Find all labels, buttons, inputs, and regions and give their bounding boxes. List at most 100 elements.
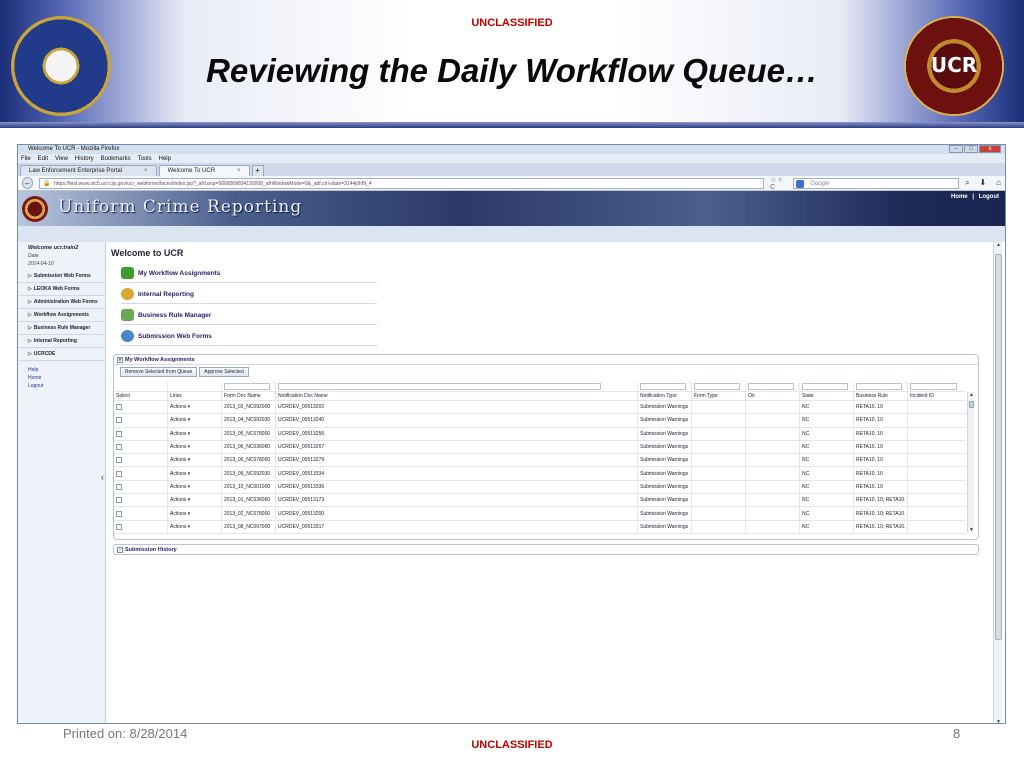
table-row[interactable]: Actions ▾ 2013_04_NC092030 UCRDEV_00513240… xyxy=(114,414,966,428)
quick-link-submission-web-forms[interactable]: Submission Web Forms xyxy=(121,327,377,346)
remove-selected-button[interactable]: Remove Selected from Queue xyxy=(120,367,198,377)
quick-link-business-rule-manager[interactable]: Business Rule Manager xyxy=(121,306,377,325)
url-bar[interactable]: 🔒 https://test.www.stc5.ucr.cjis.gov/ucr_… xyxy=(39,177,765,189)
checkbox[interactable] xyxy=(116,523,122,530)
select-checkbox[interactable] xyxy=(114,401,168,414)
column-header[interactable]: Select xyxy=(114,392,168,400)
collapse-sidebar-icon[interactable]: ‹ xyxy=(101,472,104,482)
actions-menu[interactable]: Actions ▾ xyxy=(168,494,222,507)
checkbox[interactable] xyxy=(116,510,122,517)
column-header[interactable]: Form Doc Name xyxy=(222,392,276,400)
actions-menu[interactable]: Actions ▾ xyxy=(168,427,222,440)
tab-leep[interactable]: Law Enforcement Enterprise Portal × xyxy=(20,165,157,176)
sidebar-help-link[interactable]: Help xyxy=(18,367,105,373)
checkbox[interactable] xyxy=(116,497,122,504)
page-scrollbar[interactable]: ▲ ▼ xyxy=(993,242,1003,723)
select-checkbox[interactable] xyxy=(114,520,168,533)
submission-history-panel[interactable]: › Submission History xyxy=(113,544,979,555)
actions-menu[interactable]: Actions ▾ xyxy=(168,454,222,467)
column-header[interactable]: Incident ID xyxy=(908,392,962,400)
select-checkbox[interactable] xyxy=(114,467,168,480)
close-tab-icon[interactable]: × xyxy=(237,168,241,174)
close-window-button[interactable]: x xyxy=(979,145,1001,153)
filter-input[interactable] xyxy=(800,382,854,391)
table-row[interactable]: Actions ▾ 2013_10_NC001000 UCRDEV_00513336… xyxy=(114,480,966,495)
actions-menu[interactable]: Actions ▾ xyxy=(168,520,222,533)
back-button[interactable]: ← xyxy=(22,177,34,189)
search-engine-icon[interactable] xyxy=(796,179,805,188)
filter-input[interactable] xyxy=(638,382,692,391)
table-row[interactable]: Actions ▾ 2013_01_NC036060 UCRDEV_00513173… xyxy=(114,494,966,508)
filter-input[interactable] xyxy=(692,382,746,391)
search-input[interactable]: Google xyxy=(793,177,959,189)
header-logout-link[interactable]: Logout xyxy=(979,194,999,200)
sidebar-item-leoka-web-forms[interactable]: ▷ LEOKA Web Forms xyxy=(18,283,105,296)
column-header[interactable]: Business Rule xyxy=(854,392,908,400)
filter-input[interactable] xyxy=(908,382,962,391)
sidebar-item-administration-web-forms[interactable]: ▷ Administration Web Forms xyxy=(18,296,105,309)
scroll-down-icon[interactable]: ▼ xyxy=(994,719,1003,723)
scroll-up-icon[interactable]: ▲ xyxy=(994,242,1003,248)
column-header[interactable]: Ori xyxy=(746,392,800,400)
column-header[interactable]: Notification Type xyxy=(638,392,692,400)
sidebar-item-internal-reporting[interactable]: ▷ Internal Reporting xyxy=(18,335,105,348)
actions-menu[interactable]: Actions ▾ xyxy=(168,414,222,427)
sidebar-home-link[interactable]: Home xyxy=(18,375,105,381)
menu-edit[interactable]: Edit xyxy=(38,156,48,162)
collapse-icon[interactable]: ∨ xyxy=(117,356,123,363)
filter-input[interactable] xyxy=(222,382,276,391)
panel-header[interactable]: ∨ My Workflow Assignments xyxy=(114,355,978,365)
bookmark-star-icon[interactable]: ☆ ▿ C xyxy=(770,176,787,191)
menu-tools[interactable]: Tools xyxy=(138,156,152,162)
table-row[interactable]: Actions ▾ 2013_06_NC078000 UCRDEV_00513279… xyxy=(114,454,966,468)
checkbox[interactable] xyxy=(116,430,122,437)
actions-menu[interactable]: Actions ▾ xyxy=(168,401,222,414)
checkbox[interactable] xyxy=(116,417,122,424)
select-checkbox[interactable] xyxy=(114,507,168,520)
select-checkbox[interactable] xyxy=(114,440,168,454)
quick-link-internal-reporting[interactable]: Internal Reporting xyxy=(121,285,377,304)
scroll-up-icon[interactable]: ▲ xyxy=(968,392,975,398)
table-row[interactable]: Actions ▾ 2013_08_NC097000 UCRDEV_00513317… xyxy=(114,520,966,534)
approve-selected-button[interactable]: Approve Selected xyxy=(199,367,249,377)
table-row[interactable]: Actions ▾ 2013_02_NC078000 UCRDEV_00513200… xyxy=(114,507,966,521)
quick-link-my-workflow-assignments[interactable]: My Workflow Assignments xyxy=(121,264,377,283)
menu-history[interactable]: History xyxy=(75,156,94,162)
tab-welcome-ucr[interactable]: Welcome To UCR × xyxy=(158,165,250,176)
table-row[interactable]: Actions ▾ 2013_09_NC092030 UCRDEV_00513334… xyxy=(114,467,966,481)
menu-bookmarks[interactable]: Bookmarks xyxy=(101,156,131,162)
checkbox[interactable] xyxy=(116,457,122,464)
search-icon[interactable]: ⌕ xyxy=(965,178,969,188)
column-header[interactable]: Form Type xyxy=(692,392,746,400)
checkbox[interactable] xyxy=(116,404,122,411)
sidebar-item-submission-web-forms[interactable]: ▷ Submission Web Forms xyxy=(18,270,105,283)
sidebar-item-ucrcde[interactable]: ▷ UCRCDE xyxy=(18,348,105,361)
checkbox[interactable] xyxy=(116,470,122,477)
minimize-button[interactable]: – xyxy=(949,145,963,153)
checkbox[interactable] xyxy=(116,444,122,451)
filter-input[interactable] xyxy=(854,382,908,391)
table-row[interactable]: Actions ▾ 2013_05_NC078000 UCRDEV_00513256… xyxy=(114,427,966,441)
column-header[interactable]: State xyxy=(800,392,854,400)
filter-input[interactable] xyxy=(746,382,800,391)
menu-view[interactable]: View xyxy=(55,156,68,162)
select-checkbox[interactable] xyxy=(114,427,168,440)
download-icon[interactable]: ⬇ xyxy=(979,178,986,188)
select-checkbox[interactable] xyxy=(114,454,168,467)
actions-menu[interactable]: Actions ▾ xyxy=(168,467,222,480)
actions-menu[interactable]: Actions ▾ xyxy=(168,440,222,454)
select-checkbox[interactable] xyxy=(114,480,168,494)
maximize-button[interactable]: □ xyxy=(964,145,978,153)
scroll-thumb[interactable] xyxy=(995,254,1002,640)
home-icon[interactable]: ⌂ xyxy=(996,178,1001,188)
menu-file[interactable]: File xyxy=(21,156,31,162)
scroll-down-icon[interactable]: ▼ xyxy=(968,527,975,533)
scroll-thumb[interactable] xyxy=(969,401,974,408)
filter-input[interactable] xyxy=(276,382,638,391)
table-row[interactable]: Actions ▾ 2013_06_NC036060 UCRDEV_00513267… xyxy=(114,440,966,455)
expand-icon[interactable]: › xyxy=(117,546,123,553)
column-header[interactable]: Links xyxy=(168,392,222,400)
header-home-link[interactable]: Home xyxy=(951,194,968,200)
sidebar-item-business-rule-manager[interactable]: ▷ Business Rule Manager xyxy=(18,322,105,335)
select-checkbox[interactable] xyxy=(114,494,168,507)
